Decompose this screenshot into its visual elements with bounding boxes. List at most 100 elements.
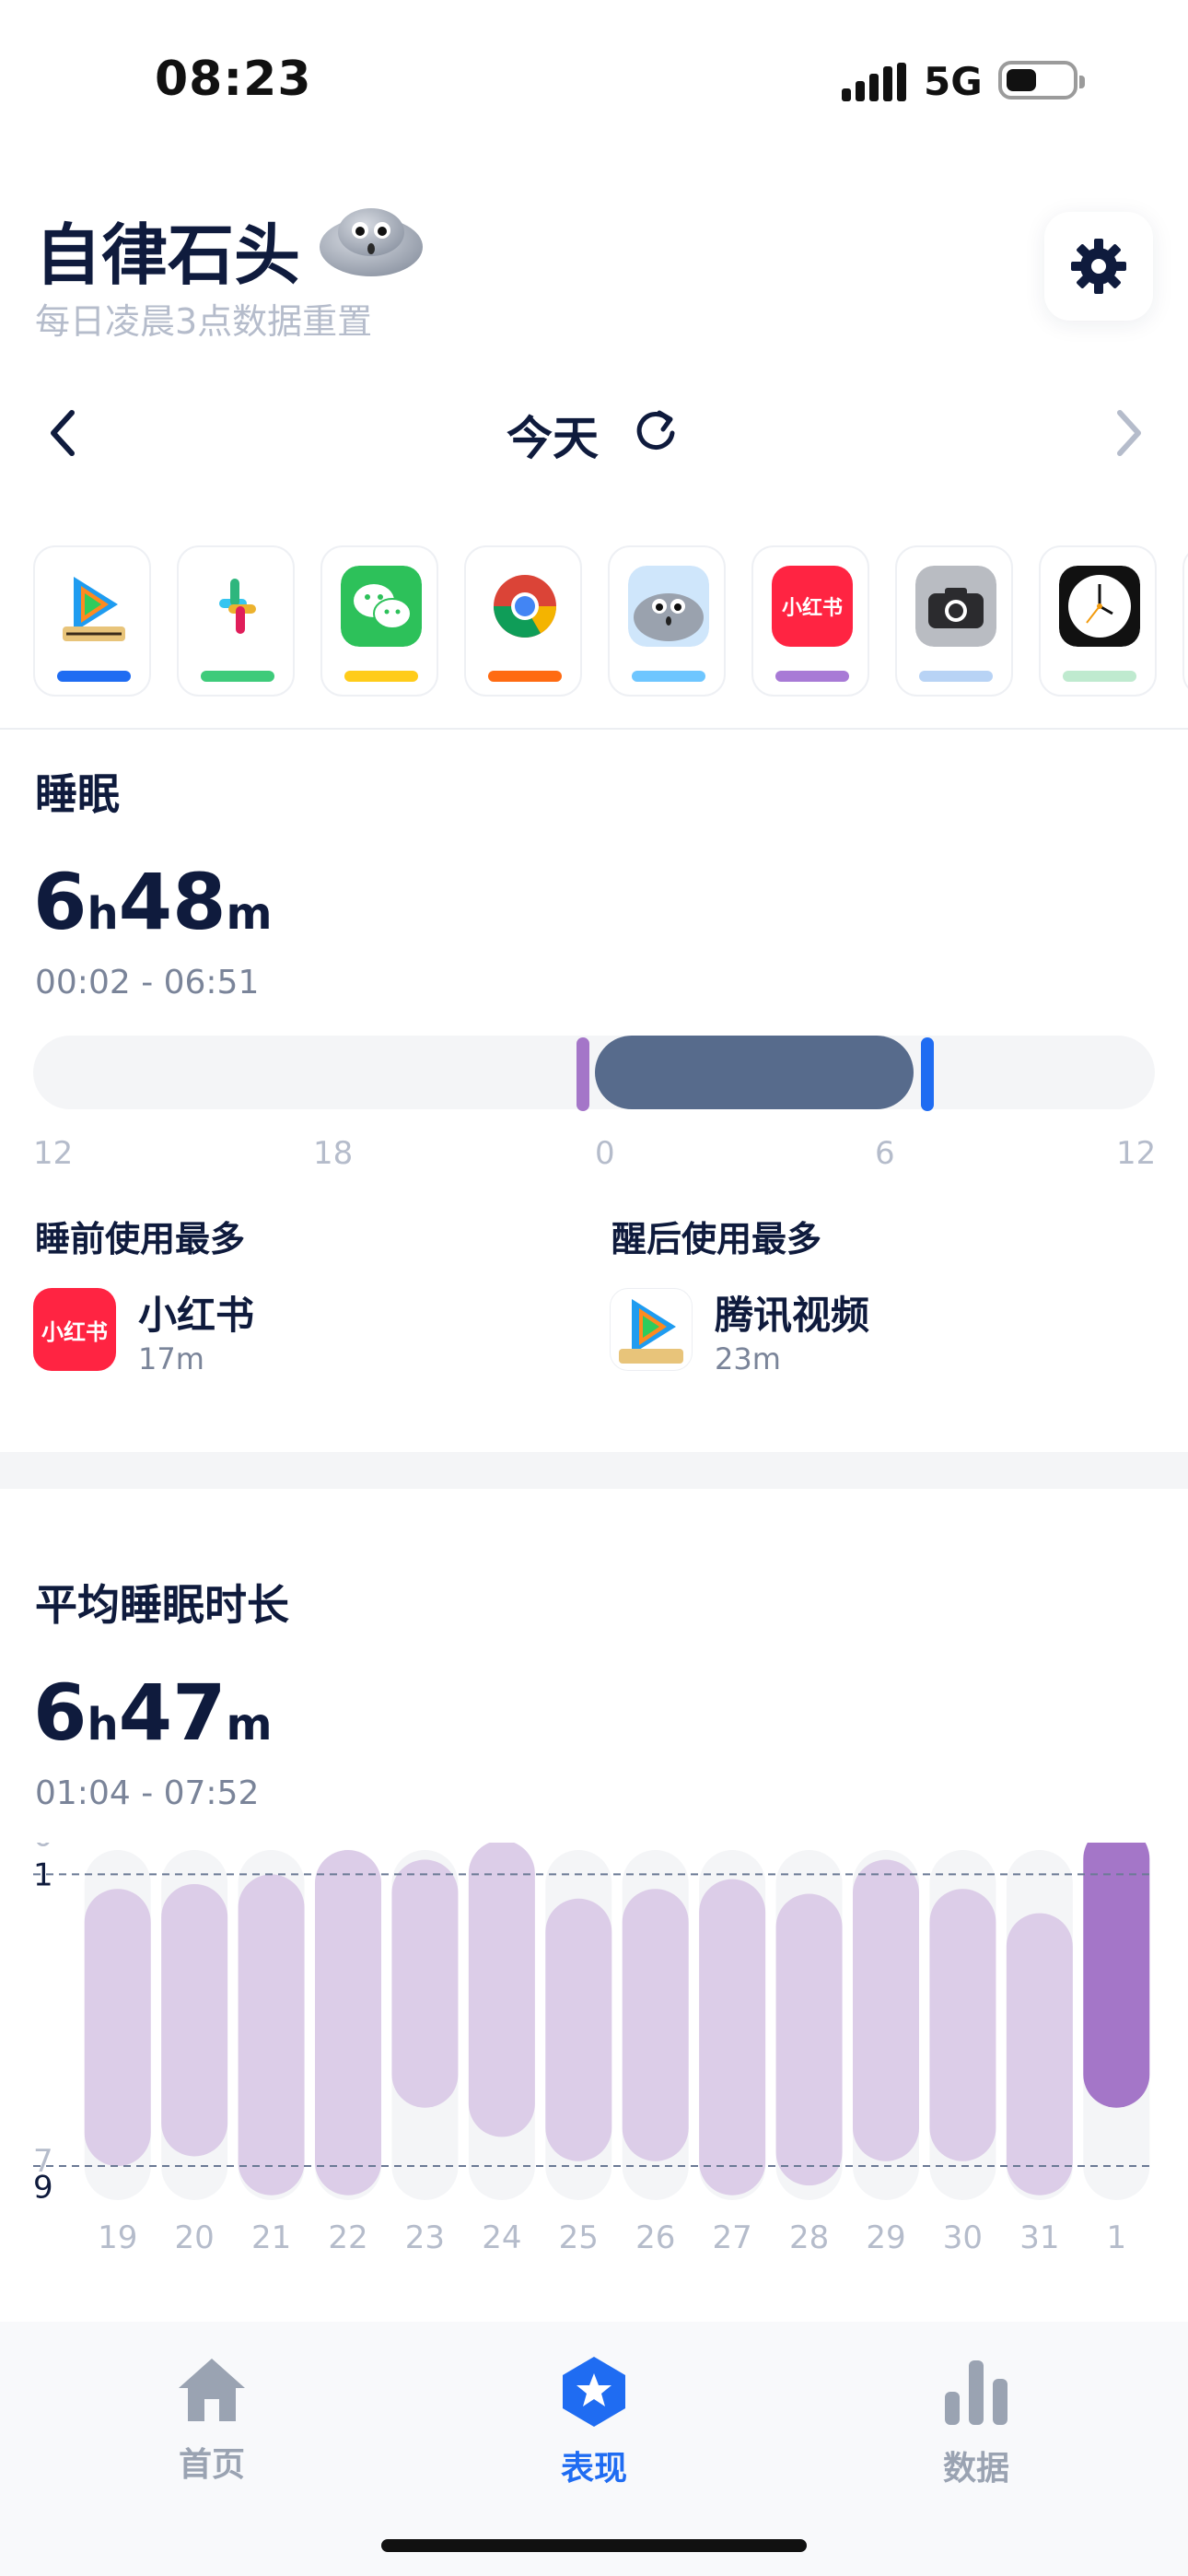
avg-sleep-range: 01:04 - 07:52	[35, 1774, 260, 1812]
app-card-tencent-video[interactable]	[33, 545, 151, 697]
sleep-title: 睡眠	[35, 769, 120, 819]
clock-icon	[1059, 566, 1140, 647]
app-card-slack[interactable]	[177, 545, 295, 697]
sleep-range: 00:02 - 06:51	[35, 964, 260, 1001]
date-label: 今天	[507, 412, 599, 465]
gear-icon	[1071, 239, 1126, 294]
refresh-icon[interactable]	[632, 405, 680, 457]
chart-bar[interactable]	[775, 1893, 843, 2186]
timeline-tick: 12	[1116, 1135, 1157, 1172]
app-usage-bar	[488, 671, 562, 682]
section-gap	[0, 1452, 1188, 1489]
network-type: 5G	[924, 59, 983, 104]
app-card-stone[interactable]	[608, 545, 726, 697]
chart-y-label: 1	[33, 1856, 53, 1893]
divider	[0, 728, 1188, 730]
battery-icon	[998, 61, 1085, 100]
chart-bar[interactable]	[1083, 1843, 1150, 2108]
xiaohongshu-icon: 小红书	[33, 1288, 116, 1371]
app-filter-row: 小红书	[33, 545, 1188, 700]
app-usage-bar	[919, 671, 993, 682]
tencent-video-icon	[610, 1288, 693, 1371]
chart-bar[interactable]	[929, 1889, 996, 2161]
chart-bar[interactable]	[545, 1898, 612, 2161]
status-time: 08:23	[155, 52, 312, 107]
before-sleep-time: 17m	[138, 1341, 204, 1376]
before-sleep-title: 睡前使用最多	[35, 1219, 246, 1259]
app-usage-bar	[201, 671, 274, 682]
chart-y-label: 0	[33, 1843, 53, 1854]
sleep-start-marker	[577, 1037, 589, 1111]
chart-x-label: 22	[328, 2219, 367, 2256]
chart-x-label: 30	[943, 2219, 983, 2256]
stone-mascot-icon	[320, 208, 423, 276]
xiaohongshu-icon: 小红书	[772, 566, 853, 647]
app-usage-bar	[344, 671, 418, 682]
chart-y-label: 9	[33, 2169, 53, 2206]
chart-bar[interactable]	[1006, 1913, 1073, 2195]
tencent-video-icon	[53, 566, 134, 647]
tab-data[interactable]: 数据	[884, 2355, 1068, 2489]
sleep-duration: 6h48m	[33, 857, 273, 947]
chart-bar[interactable]	[468, 1843, 535, 2137]
chevron-right-icon[interactable]	[1105, 405, 1151, 461]
timeline-tick: 12	[33, 1135, 74, 1172]
chart-x-label: 23	[405, 2219, 445, 2256]
chart-bar[interactable]	[315, 1850, 381, 2195]
app-card-wechat[interactable]	[320, 545, 438, 697]
chart-x-label: 31	[1019, 2219, 1059, 2256]
home-icon	[179, 2359, 245, 2421]
chevron-left-icon[interactable]	[41, 405, 87, 461]
page-title: 自律石头	[35, 217, 301, 294]
chrome-icon	[484, 566, 565, 647]
chart-bar[interactable]	[84, 1889, 151, 2167]
app-card-clock[interactable]	[1039, 545, 1157, 697]
chart-x-label: 1	[1106, 2219, 1126, 2256]
chart-x-label: 19	[98, 2219, 137, 2256]
timeline-tick: 6	[875, 1135, 895, 1172]
app-usage-bar	[1063, 671, 1136, 682]
sleep-history-chart: 1920212223242526272829303110179	[33, 1843, 1155, 2256]
after-wake-title: 醒后使用最多	[611, 1219, 822, 1259]
settings-button[interactable]	[1044, 212, 1153, 321]
wake-marker	[921, 1037, 934, 1111]
chart-x-label: 21	[251, 2219, 291, 2256]
chart-bar[interactable]	[622, 1889, 689, 2161]
chart-x-label: 24	[482, 2219, 521, 2256]
timeline-tick: 0	[595, 1135, 615, 1172]
chart-bar[interactable]	[238, 1874, 305, 2195]
sleep-timeline-block	[595, 1036, 914, 1109]
after-wake-time: 23m	[715, 1341, 781, 1376]
avg-sleep-title: 平均睡眠时长	[35, 1580, 289, 1630]
camera-icon	[915, 566, 996, 647]
home-indicator	[381, 2539, 807, 2552]
chart-x-label: 25	[559, 2219, 599, 2256]
chart-x-label: 28	[789, 2219, 829, 2256]
stone-app-icon	[628, 566, 709, 647]
app-card-chrome[interactable]	[464, 545, 582, 697]
chart-bar[interactable]	[391, 1859, 459, 2108]
chart-bar[interactable]	[699, 1879, 766, 2195]
chart-x-label: 26	[635, 2219, 675, 2256]
wechat-icon	[341, 566, 422, 647]
tab-performance[interactable]: 表现	[502, 2355, 686, 2489]
app-card-xiaohongshu[interactable]: 小红书	[751, 545, 869, 697]
timeline-tick: 18	[313, 1135, 354, 1172]
app-card-more[interactable]	[1182, 545, 1188, 697]
app-card-camera[interactable]	[895, 545, 1013, 697]
chart-bar[interactable]	[161, 1883, 228, 2157]
chart-x-label: 29	[866, 2219, 905, 2256]
app-usage-bar	[775, 671, 849, 682]
tab-home[interactable]: 首页	[120, 2355, 304, 2486]
chart-bar[interactable]	[853, 1859, 919, 2161]
chart-x-label: 27	[713, 2219, 752, 2256]
after-wake-app: 腾讯视频	[715, 1293, 870, 1338]
sleep-timeline-track	[33, 1036, 1155, 1109]
avg-sleep-duration: 6h47m	[33, 1668, 273, 1758]
chart-x-label: 20	[175, 2219, 215, 2256]
before-sleep-app: 小红书	[138, 1293, 255, 1338]
app-usage-bar	[632, 671, 705, 682]
bar-chart-icon	[945, 2360, 1007, 2425]
signal-icon	[842, 63, 906, 101]
app-usage-bar	[57, 671, 131, 682]
